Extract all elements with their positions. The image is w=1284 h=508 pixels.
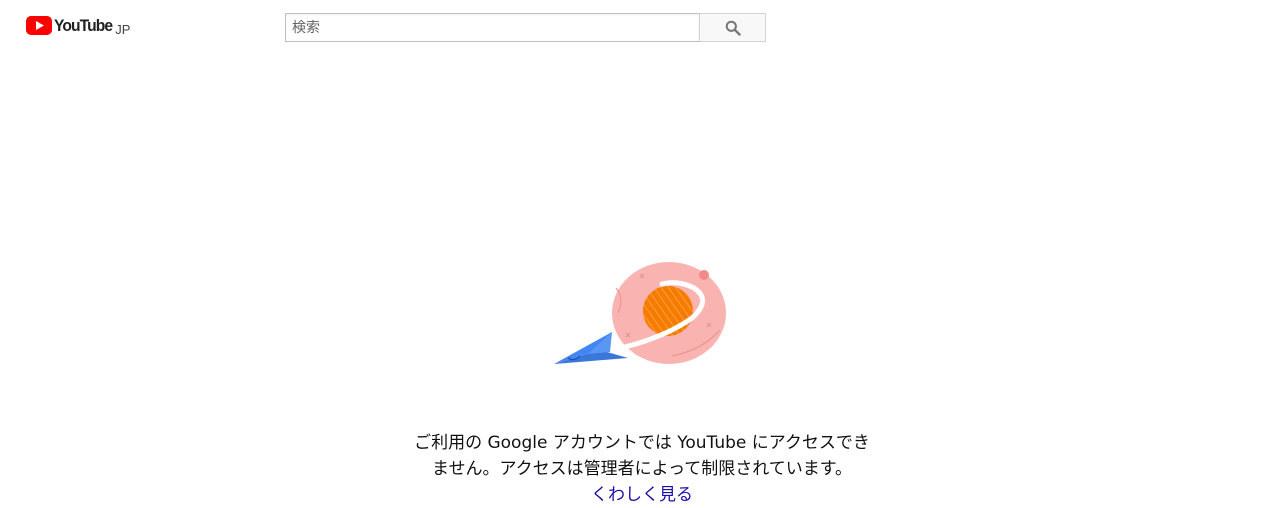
logo-country-code: JP <box>115 21 131 37</box>
search-icon <box>725 20 741 36</box>
paper-plane-planet-illustration <box>554 262 726 364</box>
logo-text: YouTube <box>54 15 113 35</box>
message-line-1: ご利用の Google アカウントでは YouTube にアクセスでき <box>414 433 870 453</box>
search-button[interactable] <box>699 13 766 42</box>
planet-core <box>643 286 693 336</box>
search-input[interactable] <box>285 13 699 42</box>
search-bar <box>285 13 766 42</box>
learn-more-link[interactable]: くわしく見る <box>591 485 693 505</box>
message-line-2: ません。アクセスは管理者によって制限されています。 <box>431 459 853 479</box>
youtube-logo[interactable]: YouTube JP <box>26 14 130 36</box>
access-restricted-message: ご利用の Google アカウントでは YouTube にアクセスでき ません。… <box>392 430 892 508</box>
youtube-play-icon <box>26 15 52 35</box>
header: YouTube JP <box>0 0 1284 56</box>
